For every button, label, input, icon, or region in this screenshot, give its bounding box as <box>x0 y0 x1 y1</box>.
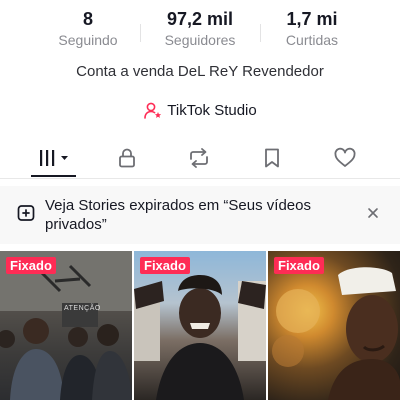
tabs-divider <box>0 178 400 179</box>
stat-followers[interactable]: 97,2 mil Seguidores <box>145 8 255 49</box>
video-thumbnail[interactable]: Fixado <box>268 251 400 400</box>
stories-banner[interactable]: Veja Stories expirados em “Seus vídeos p… <box>0 186 400 244</box>
video-grid: ATENÇÃO Fixado Fixado Fixado <box>0 251 400 400</box>
pinned-badge: Fixado <box>274 257 324 274</box>
tab-videos[interactable] <box>19 140 89 176</box>
stat-likes[interactable]: 1,7 mi Curtidas <box>257 8 367 49</box>
tiktok-studio-label: TikTok Studio <box>167 102 257 119</box>
likes-label: Curtidas <box>285 32 339 48</box>
video-image-text: ATENÇÃO <box>64 305 101 312</box>
bookmark-icon <box>262 147 282 169</box>
followers-count: 97,2 mil <box>166 9 234 29</box>
add-story-icon <box>16 203 36 223</box>
tab-private[interactable] <box>92 140 162 176</box>
profile-bio: Conta a venda DeL ReY Revendedor <box>76 63 324 80</box>
heart-icon <box>333 147 357 169</box>
tiktok-studio-button[interactable]: TikTok Studio <box>0 100 400 122</box>
grid-bars-icon <box>37 147 71 169</box>
repost-icon <box>187 147 211 169</box>
active-tab-indicator <box>31 175 76 177</box>
profile-tabs <box>0 140 400 178</box>
following-count: 8 <box>82 9 93 29</box>
close-icon[interactable] <box>364 204 382 222</box>
followers-label: Seguidores <box>164 32 236 48</box>
tab-reposts[interactable] <box>164 140 234 176</box>
lock-icon <box>116 147 138 169</box>
stat-divider <box>140 24 141 42</box>
pinned-badge: Fixado <box>140 257 190 274</box>
person-star-icon <box>143 101 163 121</box>
video-thumbnail[interactable]: ATENÇÃO Fixado <box>0 251 132 400</box>
video-thumbnail[interactable]: Fixado <box>134 251 266 400</box>
tab-liked[interactable] <box>310 140 380 176</box>
likes-count: 1,7 mi <box>286 9 338 29</box>
pinned-badge: Fixado <box>6 257 56 274</box>
profile-stats: 8 Seguindo 97,2 mil Seguidores 1,7 mi Cu… <box>0 8 400 52</box>
stories-banner-text: Veja Stories expirados em “Seus vídeos p… <box>45 197 311 233</box>
following-label: Seguindo <box>58 32 118 48</box>
tab-favorites[interactable] <box>237 140 307 176</box>
stat-following[interactable]: 8 Seguindo <box>33 8 143 49</box>
